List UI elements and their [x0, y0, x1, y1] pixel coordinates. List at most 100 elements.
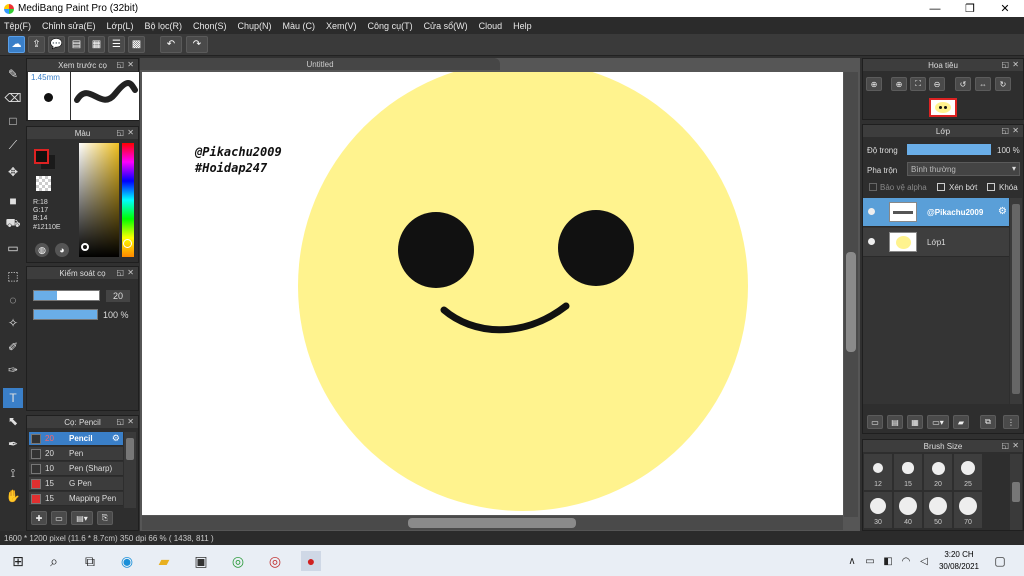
redo-icon[interactable]: ↷ — [186, 36, 208, 53]
menu-filter[interactable]: Bộ lọc(R) — [144, 21, 182, 31]
fill-rect-tool-icon[interactable]: ■ — [3, 191, 23, 211]
zoom-in-alt-icon[interactable]: ⊕ — [891, 77, 907, 91]
shape-tool-icon[interactable]: □ — [3, 111, 23, 131]
brush-list-item[interactable]: 10 Pen (Sharp) — [29, 462, 123, 476]
notification-icon[interactable]: ▢ — [990, 551, 1010, 571]
eye-icon[interactable] — [868, 208, 875, 215]
brush-list-item[interactable]: 20 Pencil ⚙ — [29, 432, 123, 446]
menu-layer[interactable]: Lớp(L) — [107, 21, 134, 31]
layer-list-scrollbar[interactable] — [1010, 198, 1022, 404]
bucket-tool-icon[interactable]: ⛟ — [3, 214, 23, 234]
layer-row[interactable]: Lớp1 — [863, 228, 1009, 257]
close-panel-icon[interactable]: ✕ — [1012, 441, 1019, 450]
brush-size-cell[interactable]: 30 — [864, 492, 892, 528]
close-panel-icon[interactable]: ✕ — [1012, 60, 1019, 69]
cloud-sync-icon[interactable]: ☁ — [8, 36, 25, 53]
dropper-alt-tool-icon[interactable]: ✒ — [3, 434, 23, 454]
layer-options-icon[interactable]: ▭▾ — [927, 415, 949, 429]
float-panel-icon[interactable]: ◱ — [1001, 441, 1009, 450]
message-icon[interactable]: ▤ — [68, 36, 85, 53]
page-icon[interactable]: ▦ — [88, 36, 105, 53]
brush-size-slider[interactable] — [33, 290, 100, 301]
text-tool-icon[interactable]: T — [3, 388, 23, 408]
zoom-in-icon[interactable]: ⊕ — [866, 77, 882, 91]
brush-size-cell[interactable]: 25 — [954, 454, 982, 490]
float-panel-icon[interactable]: ◱ — [116, 268, 124, 277]
windows-start-icon[interactable]: ⊞ — [8, 551, 28, 571]
close-panel-icon[interactable]: ✕ — [127, 268, 134, 277]
move-tool-icon[interactable]: ✥ — [3, 162, 23, 182]
canvas-horizontal-scrollbar[interactable] — [142, 516, 843, 530]
foreground-color-swatch[interactable] — [34, 149, 49, 164]
brush-list-scroll-thumb[interactable] — [126, 438, 134, 460]
color-picker-cursor[interactable] — [81, 243, 89, 251]
menu-edit[interactable]: Chỉnh sửa(E) — [42, 21, 96, 31]
menu-file[interactable]: Tệp(F) — [4, 21, 31, 31]
close-panel-icon[interactable]: ✕ — [1012, 126, 1019, 135]
brush-list-item[interactable]: 20 Pen — [29, 447, 123, 461]
comment-icon[interactable]: 💬 — [48, 36, 65, 53]
brush-size-cell[interactable]: 40 — [894, 492, 922, 528]
menu-window[interactable]: Cửa sổ(W) — [424, 21, 468, 31]
layer-list-scroll-thumb[interactable] — [1012, 204, 1020, 394]
menu-help[interactable]: Help — [513, 21, 532, 31]
saturation-value-picker[interactable] — [79, 143, 119, 257]
chevron-up-icon[interactable]: ∧ — [842, 551, 862, 571]
drawing-canvas[interactable]: @Pikachu2009 #Hoidap247 — [142, 72, 843, 515]
clock-time[interactable]: 3:20 CH — [941, 550, 977, 559]
float-panel-icon[interactable]: ◱ — [1001, 126, 1009, 135]
operation-tool-icon[interactable]: ⬉ — [3, 411, 23, 431]
close-button[interactable]: ✕ — [988, 0, 1022, 17]
menu-cloud[interactable]: Cloud — [479, 21, 503, 31]
canvas-hscroll-thumb[interactable] — [408, 518, 576, 528]
brush-size-cell[interactable]: 50 — [924, 492, 952, 528]
lock-checkbox[interactable] — [987, 183, 995, 191]
task-view-icon[interactable]: ⧉ — [80, 551, 100, 571]
brush-opacity-slider[interactable] — [33, 309, 98, 320]
menu-select[interactable]: Chọn(S) — [193, 21, 227, 31]
select-eraser-tool-icon[interactable]: ✑ — [3, 360, 23, 380]
gear-icon[interactable]: ⚙ — [112, 433, 120, 444]
new-brush-icon[interactable]: ▭ — [51, 511, 67, 525]
new-layer-icon[interactable]: ▭ — [867, 415, 883, 429]
maximize-button[interactable]: ❐ — [953, 0, 987, 17]
new-raster-layer-icon[interactable]: ▤ — [887, 415, 903, 429]
close-panel-icon[interactable]: ✕ — [127, 60, 134, 69]
select-pen-tool-icon[interactable]: ✐ — [3, 337, 23, 357]
new-halftone-layer-icon[interactable]: ▦ — [907, 415, 923, 429]
protect-alpha-checkbox[interactable] — [869, 183, 877, 191]
layer-folder-icon[interactable]: ▰ — [953, 415, 969, 429]
chrome-profile-icon[interactable]: ◎ — [265, 551, 285, 571]
hue-slider[interactable] — [122, 143, 134, 257]
menu-tools[interactable]: Công cụ(T) — [368, 21, 413, 31]
brush-size-cell[interactable]: 15 — [894, 454, 922, 490]
zoom-out-icon[interactable]: ⊖ — [929, 77, 945, 91]
menu-color[interactable]: Màu (C) — [283, 21, 316, 31]
brush-size-cell[interactable]: 12 — [864, 454, 892, 490]
color-set-icon[interactable]: ◕ — [55, 243, 69, 257]
fit-screen-icon[interactable]: ⛶ — [910, 77, 926, 91]
float-panel-icon[interactable]: ◱ — [116, 128, 124, 137]
float-panel-icon[interactable]: ◱ — [116, 417, 124, 426]
brush-copy-icon[interactable]: ⎘ — [97, 511, 113, 525]
lasso-tool-icon[interactable]: ◌ — [3, 290, 23, 310]
layer-opacity-slider[interactable] — [907, 144, 991, 155]
device-icon[interactable]: ◧ — [878, 551, 898, 571]
gradient-tool-icon[interactable]: ▭ — [3, 238, 23, 258]
clipping-checkbox[interactable] — [937, 183, 945, 191]
file-explorer-icon[interactable]: ▰ — [154, 551, 174, 571]
close-panel-icon[interactable]: ✕ — [127, 128, 134, 137]
brush-size-scroll-thumb[interactable] — [1012, 482, 1020, 502]
medibang-taskbar-icon[interactable]: ● — [301, 551, 321, 571]
rotate-left-icon[interactable]: ↺ — [955, 77, 971, 91]
volume-icon[interactable]: ◁ — [914, 551, 934, 571]
menu-view[interactable]: Xem(V) — [326, 21, 357, 31]
upload-icon[interactable]: ⇪ — [28, 36, 45, 53]
brush-size-value[interactable]: 20 — [106, 290, 130, 302]
layer-row[interactable]: @Pikachu2009 ⚙ — [863, 198, 1009, 227]
hue-slider-handle[interactable] — [123, 239, 132, 248]
close-panel-icon[interactable]: ✕ — [127, 417, 134, 426]
eraser-tool-icon[interactable]: ⌫ — [3, 88, 23, 108]
eye-icon[interactable] — [868, 238, 875, 245]
rotate-right-icon[interactable]: ↻ — [995, 77, 1011, 91]
